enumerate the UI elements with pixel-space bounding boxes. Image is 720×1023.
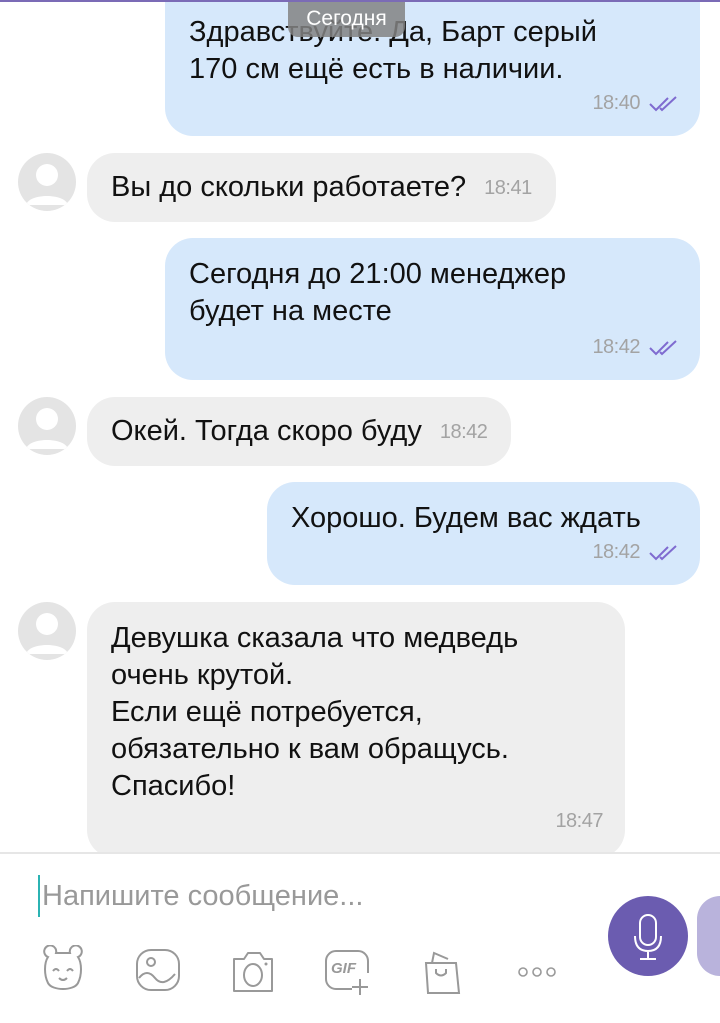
- voice-message-button[interactable]: [608, 896, 688, 976]
- message-input[interactable]: Напишите сообщение...: [38, 875, 578, 917]
- date-chip: Сегодня: [288, 0, 405, 37]
- message-text: 170 см ещё есть в наличии.: [189, 53, 564, 85]
- message-outgoing[interactable]: Сегодня до 21:00 менеджер будет на месте…: [165, 238, 700, 380]
- message-time: 18:40: [592, 92, 640, 114]
- message-time: 18:41: [484, 176, 532, 199]
- message-time: 18:42: [439, 420, 488, 443]
- double-check-icon: [649, 95, 677, 111]
- message-outgoing[interactable]: Хорошо. Будем вас ждать 18:42: [267, 482, 700, 585]
- avatar[interactable]: [18, 153, 76, 211]
- message-text: Если ещё потребуется,: [111, 696, 423, 728]
- avatar[interactable]: [18, 602, 76, 660]
- message-text: очень крутой.: [111, 659, 294, 691]
- message-time: 18:42: [592, 541, 640, 563]
- message-outgoing[interactable]: Здравствуйте. Да, Барт серый 170 см ещё …: [165, 0, 700, 136]
- message-text: Окей. Тогда скоро буду: [111, 415, 422, 447]
- message-time: 18:47: [555, 810, 603, 832]
- microphone-icon: [634, 914, 662, 960]
- message-incoming[interactable]: Девушка сказала что медведь очень крутой…: [87, 602, 625, 858]
- message-incoming[interactable]: Окей. Тогда скоро буду 18:42: [87, 397, 512, 466]
- user-silhouette-icon: [26, 408, 68, 449]
- double-check-icon: [649, 544, 677, 560]
- gif-label: GIF: [331, 960, 356, 977]
- double-check-icon: [649, 339, 677, 355]
- sticker-bear-icon[interactable]: [38, 945, 88, 995]
- message-text: Вы до скольки работаете?: [111, 171, 467, 203]
- secondary-action-button[interactable]: [697, 896, 720, 976]
- shopping-bag-icon[interactable]: [418, 945, 468, 995]
- message-incoming[interactable]: Вы до скольки работаете? 18:41: [87, 153, 556, 222]
- message-text: Девушка сказала что медведь: [111, 622, 519, 654]
- message-text: Спасибо!: [111, 770, 236, 802]
- gif-button[interactable]: GIF: [322, 945, 372, 995]
- message-text: обязательно к вам обращусь.: [111, 733, 509, 765]
- more-dots-icon[interactable]: [513, 945, 563, 995]
- message-text: будет на месте: [189, 295, 392, 327]
- camera-icon[interactable]: [228, 945, 278, 995]
- message-text: Здравствуйте. Да, Барт серый: [189, 16, 597, 48]
- gallery-icon[interactable]: [133, 945, 183, 995]
- message-text: Хорошо. Будем вас ждать: [291, 502, 641, 534]
- composer-divider: [0, 852, 720, 854]
- message-text: Сегодня до 21:00 менеджер: [189, 258, 567, 290]
- user-silhouette-icon: [26, 613, 68, 654]
- user-silhouette-icon: [26, 164, 68, 205]
- top-divider: [0, 0, 720, 2]
- message-time: 18:42: [592, 336, 640, 358]
- avatar[interactable]: [18, 397, 76, 455]
